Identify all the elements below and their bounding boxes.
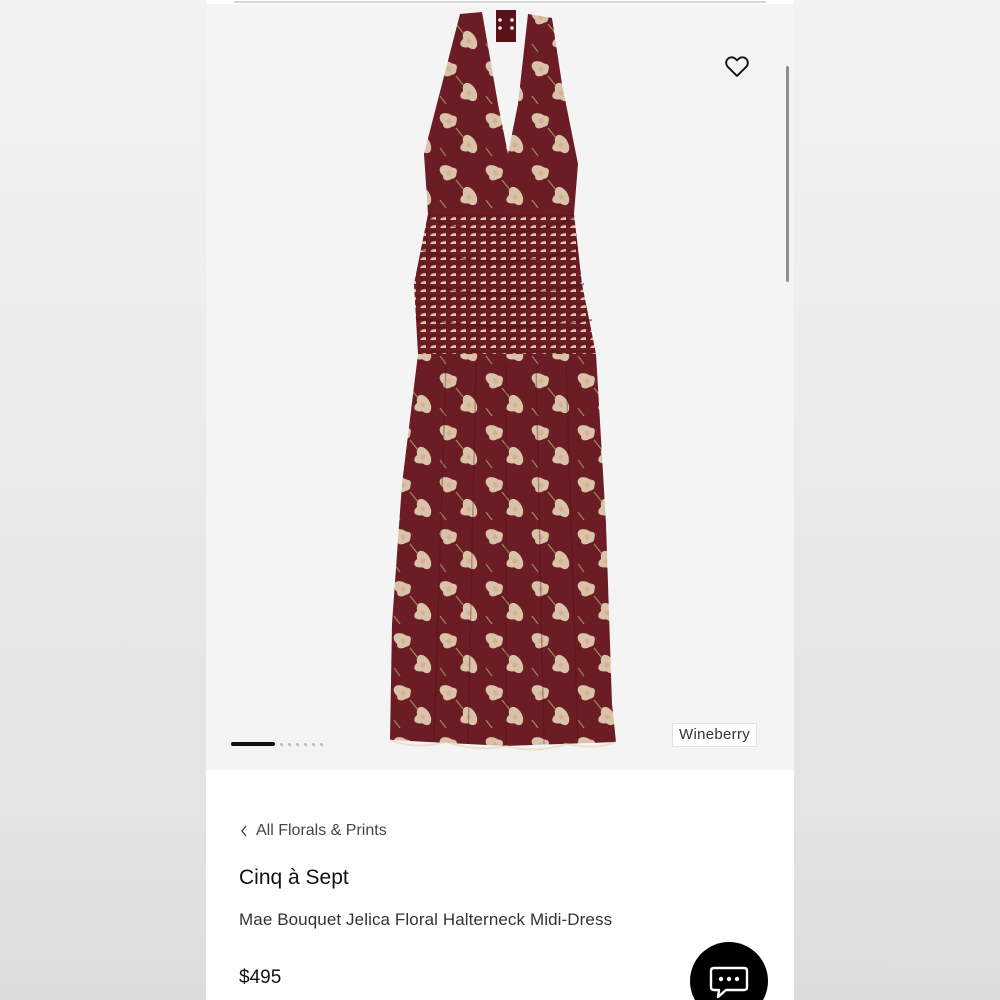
breadcrumb-label[interactable]: All Florals & Prints	[256, 822, 387, 840]
gallery-pagination[interactable]	[231, 741, 323, 747]
color-label: Wineberry	[672, 723, 758, 747]
product-page: Wineberry All Florals & Prints Cinq à Se…	[206, 0, 794, 1000]
background-left	[0, 0, 206, 1000]
chevron-left-icon	[241, 825, 247, 837]
breadcrumb[interactable]: All Florals & Prints	[240, 822, 387, 840]
top-divider	[234, 1, 766, 3]
product-price: $495	[239, 967, 282, 988]
pagination-dot[interactable]	[296, 742, 299, 746]
brand-name[interactable]: Cinq à Sept	[239, 866, 349, 890]
chat-button[interactable]	[690, 942, 768, 1000]
scrollbar[interactable]	[786, 66, 789, 282]
product-image-gallery[interactable]: Wineberry	[206, 4, 794, 770]
background-right	[794, 0, 1000, 1000]
pagination-dot[interactable]	[320, 742, 323, 746]
pagination-dot[interactable]	[280, 742, 283, 746]
product-title: Mae Bouquet Jelica Floral Halterneck Mid…	[239, 910, 613, 929]
pagination-dot-active[interactable]	[231, 742, 275, 746]
pagination-dot[interactable]	[312, 742, 315, 746]
heart-icon[interactable]	[723, 52, 751, 80]
pagination-dot[interactable]	[304, 742, 307, 746]
product-image	[389, 10, 617, 751]
pagination-dot[interactable]	[288, 742, 291, 746]
chat-bubble-icon	[709, 966, 749, 999]
